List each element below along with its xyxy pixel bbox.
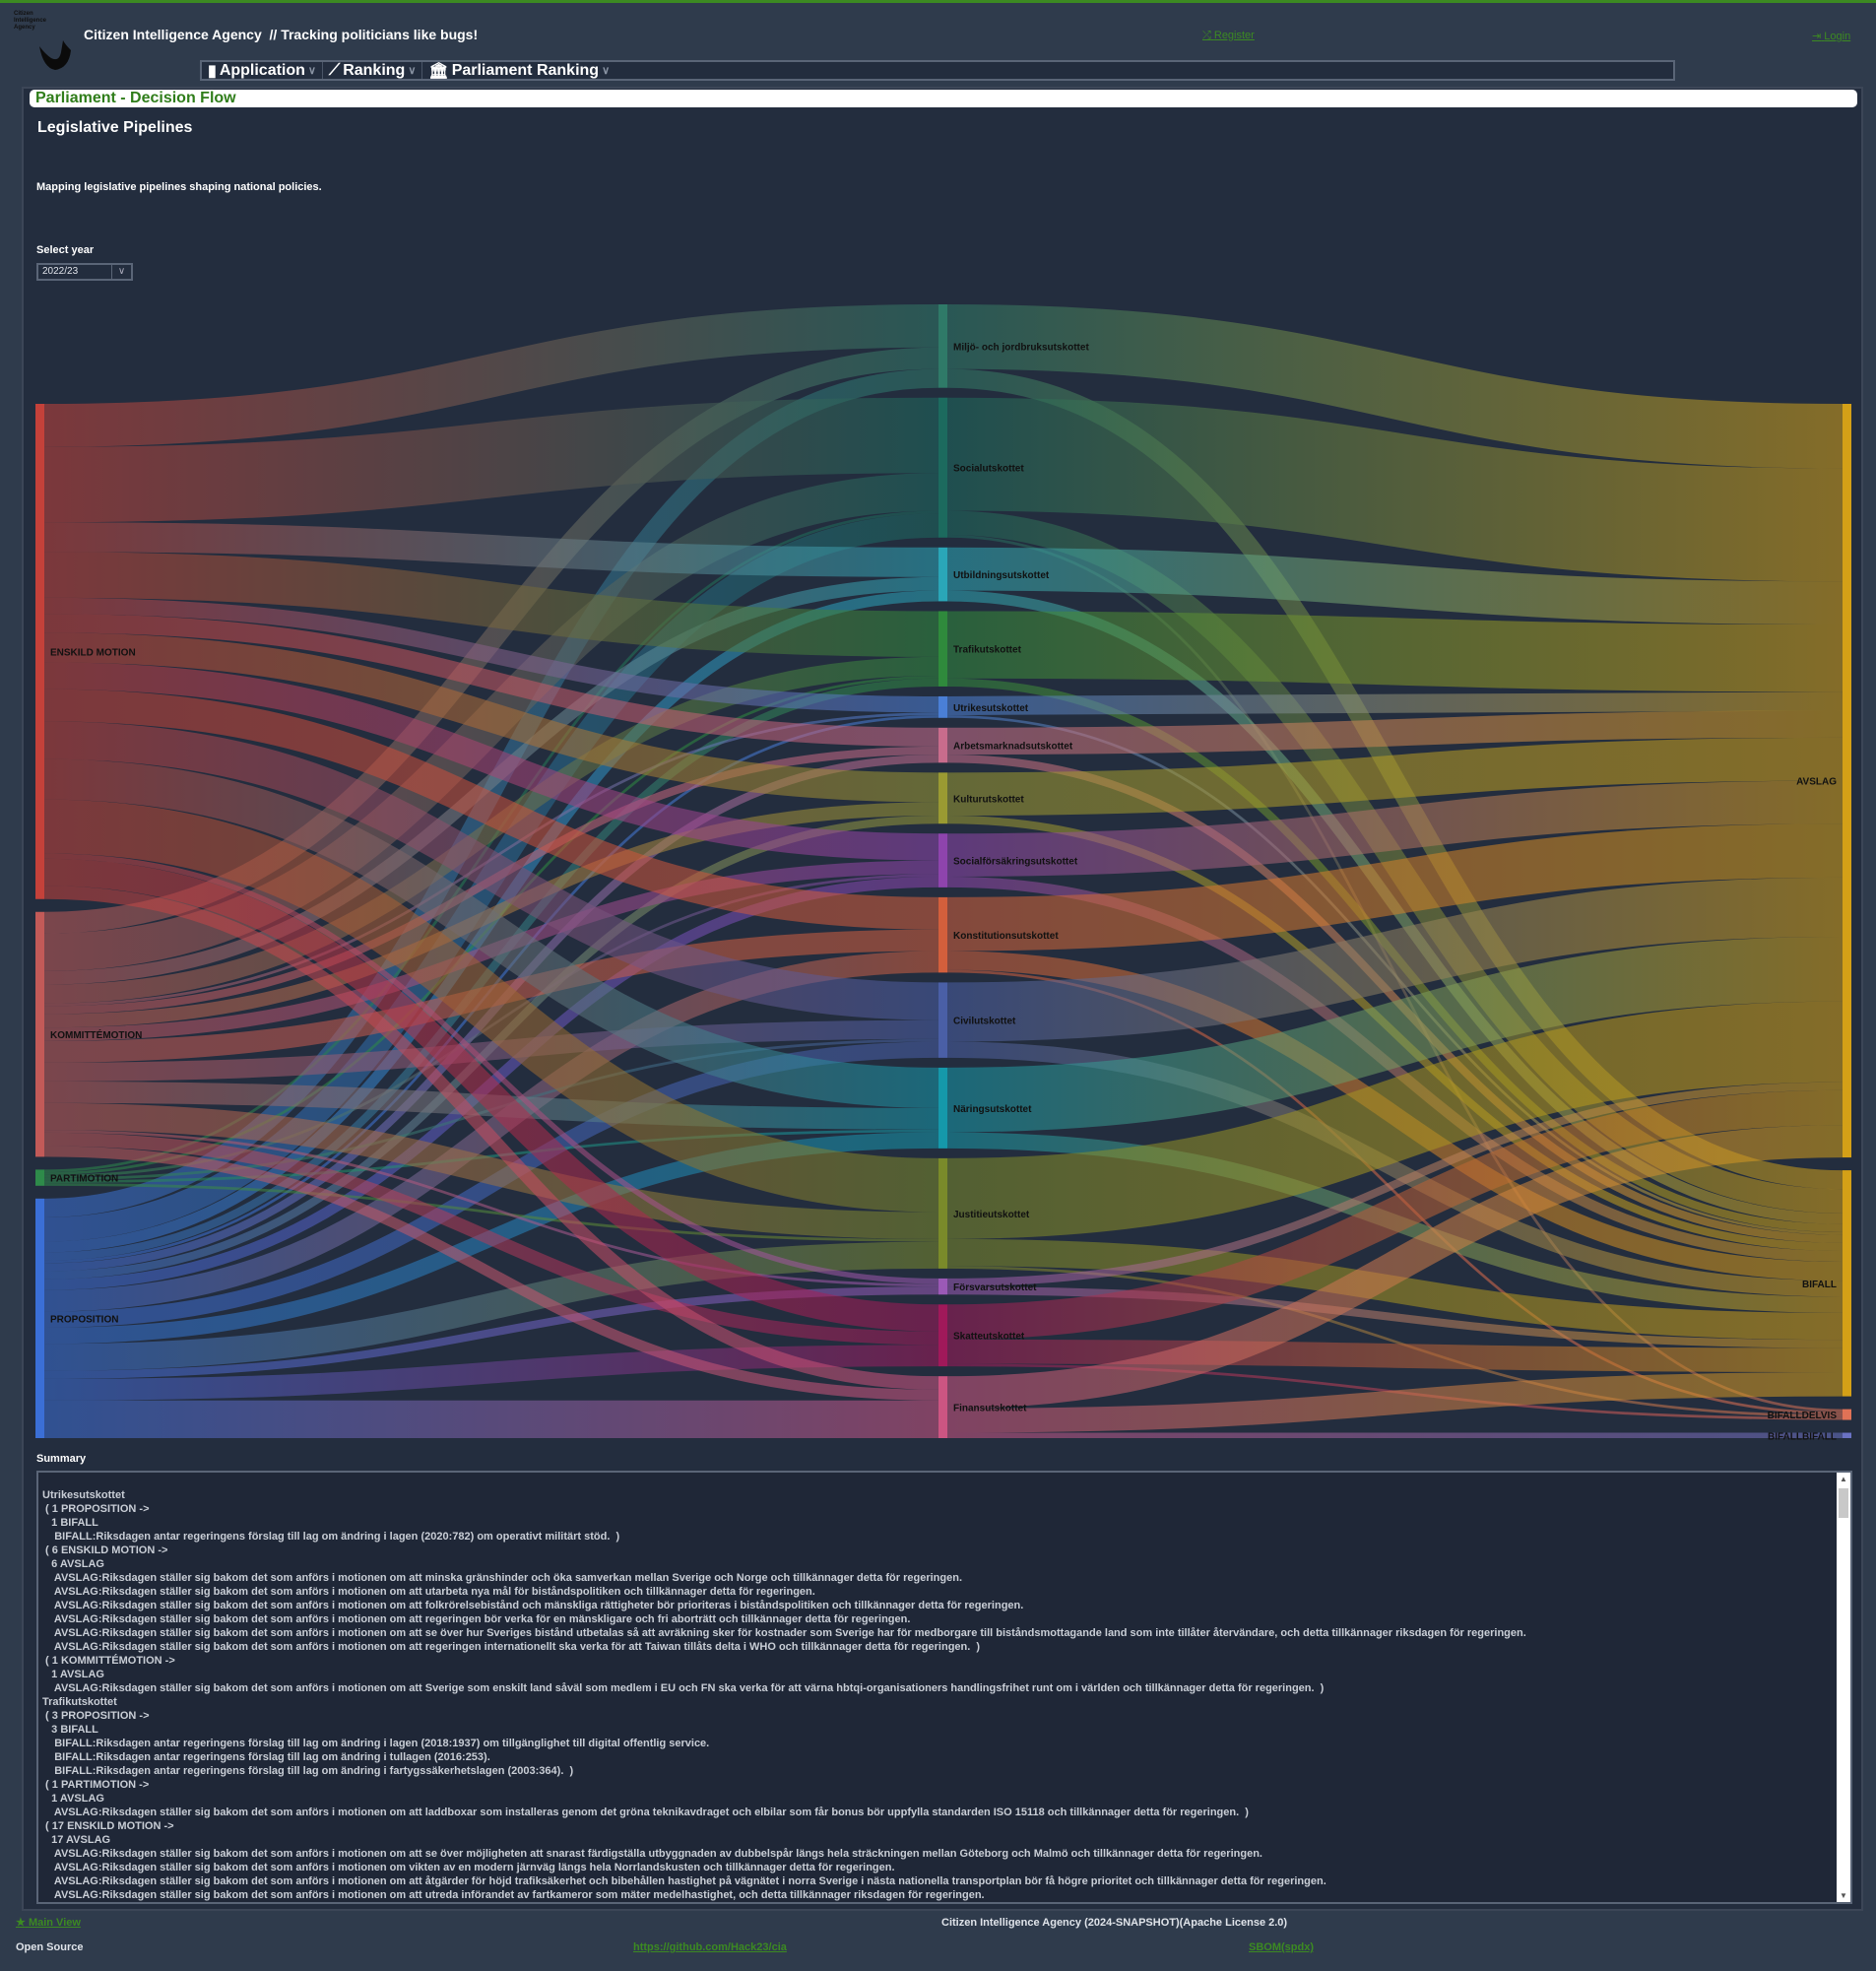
sankey-node[interactable] <box>1843 1170 1851 1397</box>
sankey-node[interactable] <box>938 1304 947 1367</box>
node-label: Utrikesutskottet <box>953 703 1029 714</box>
node-label: Socialförsäkringsutskottet <box>953 857 1078 868</box>
summary-textarea[interactable]: Utrikesutskottet ( 1 PROPOSITION -> 1 BI… <box>36 1471 1852 1904</box>
summary-line: ( 1 PARTIMOTION -> <box>42 1779 150 1791</box>
summary-line: AVSLAG:Riksdagen ställer sig bakom det s… <box>42 1862 895 1873</box>
sankey-node[interactable] <box>938 397 947 538</box>
sankey-node[interactable] <box>938 727 947 763</box>
node-label: Skatteutskottet <box>953 1332 1025 1343</box>
sankey-node[interactable] <box>938 547 947 602</box>
node-label: Trafikutskottet <box>953 645 1022 656</box>
sankey-node[interactable] <box>938 1278 947 1295</box>
sankey-node[interactable] <box>938 1376 947 1438</box>
node-label: BIFALLDELVIS <box>1768 1411 1838 1421</box>
summary-line: BIFALL:Riksdagen antar regeringens försl… <box>42 1738 710 1749</box>
sankey-node[interactable] <box>938 304 947 388</box>
flow-link[interactable] <box>946 611 1844 692</box>
sankey-node[interactable] <box>938 772 947 824</box>
flow-link[interactable] <box>946 710 1844 756</box>
sankey-node[interactable] <box>938 611 947 687</box>
summary-line: ( 6 ENSKILD MOTION -> <box>42 1544 168 1556</box>
sankey-node[interactable] <box>938 833 947 887</box>
summary-line: AVSLAG:Riksdagen ställer sig bakom det s… <box>42 1641 981 1653</box>
summary-line: AVSLAG:Riksdagen ställer sig bakom det s… <box>42 1613 911 1625</box>
sankey-node[interactable] <box>1843 1432 1851 1438</box>
sankey-node[interactable] <box>938 695 947 718</box>
summary-label: Summary <box>36 1453 87 1465</box>
summary-line: AVSLAG:Riksdagen ställer sig bakom det s… <box>42 1807 1249 1818</box>
sankey-chart: ENSKILD MOTION KOMMITTÉMOTION PARTIMOTION P… <box>35 303 1851 1442</box>
summary-line: 6 AVSLAG <box>42 1558 104 1570</box>
summary-line: 1 AVSLAG <box>42 1669 104 1680</box>
summary-line: BIFALL:Riksdagen antar regeringens försl… <box>42 1751 490 1763</box>
scroll-down-icon[interactable]: ▼ <box>1840 1891 1847 1900</box>
summary-line: Utrikesutskottet <box>42 1489 125 1501</box>
summary-line: BIFALL:Riksdagen antar regeringens försl… <box>42 1765 574 1777</box>
license-text: Citizen Intelligence Agency (2024-SNAPSH… <box>941 1917 1288 1929</box>
sankey-node[interactable] <box>1843 1409 1851 1420</box>
summary-line: AVSLAG:Riksdagen ställer sig bakom det s… <box>42 1627 1526 1639</box>
sankey-node[interactable] <box>1843 404 1851 1158</box>
summary-line: ( 17 ENSKILD MOTION -> <box>42 1820 174 1832</box>
open-source-label: Open Source <box>16 1941 84 1953</box>
main-view-link[interactable]: ★ Main View <box>16 1916 81 1929</box>
scroll-thumb[interactable] <box>1839 1488 1848 1518</box>
summary-line: Trafikutskottet <box>42 1696 117 1708</box>
node-label: PARTIMOTION <box>50 1174 118 1185</box>
sankey-node[interactable] <box>35 1198 44 1438</box>
node-label: PROPOSITION <box>50 1314 118 1325</box>
node-label: Kulturutskottet <box>953 794 1024 805</box>
sankey-node[interactable] <box>35 911 44 1157</box>
summary-line: AVSLAG:Riksdagen ställer sig bakom det s… <box>42 1848 1262 1860</box>
node-label: Finansutskottet <box>953 1404 1027 1414</box>
node-label: Utbildningsutskottet <box>953 570 1050 581</box>
summary-line: AVSLAG:Riksdagen ställer sig bakom det s… <box>42 1600 1024 1611</box>
node-label: Arbetsmarknadsutskottet <box>953 742 1073 753</box>
node-label: Miljö- och jordbruksutskottet <box>953 342 1089 353</box>
node-label: KOMMITTÉMOTION <box>50 1028 142 1041</box>
sankey-node[interactable] <box>938 982 947 1058</box>
summary-line: 1 BIFALL <box>42 1517 98 1529</box>
sankey-node[interactable] <box>938 1157 947 1269</box>
summary-text: Utrikesutskottet ( 1 PROPOSITION -> 1 BI… <box>42 1488 1526 1902</box>
node-label: ENSKILD MOTION <box>50 647 136 658</box>
node-label: Civilutskottet <box>953 1017 1016 1027</box>
node-label: Konstitutionsutskottet <box>953 931 1059 942</box>
node-label: AVSLAG <box>1796 777 1837 788</box>
sankey-node[interactable] <box>938 896 947 973</box>
summary-line: 3 BIFALL <box>42 1724 98 1736</box>
summary-line: AVSLAG:Riksdagen ställer sig bakom det s… <box>42 1572 963 1584</box>
star-icon: ★ <box>16 1917 26 1929</box>
summary-line: BIFALL:Riksdagen antar regeringens försl… <box>42 1531 620 1543</box>
summary-line: ( 3 PROPOSITION -> <box>42 1710 150 1722</box>
sbom-link[interactable]: SBOM(spdx) <box>1249 1941 1314 1953</box>
main-view-label: Main View <box>28 1917 81 1929</box>
flow-link[interactable] <box>946 691 1844 716</box>
summary-line: ( 1 PROPOSITION -> <box>42 1503 150 1515</box>
summary-line: AVSLAG:Riksdagen ställer sig bakom det s… <box>42 1875 1326 1887</box>
summary-line: ( 1 KOMMITTÉMOTION -> <box>42 1655 175 1667</box>
scroll-up-icon[interactable]: ▲ <box>1840 1475 1847 1483</box>
summary-line: 1 AVSLAG <box>42 1793 104 1805</box>
summary-line: AVSLAG:Riksdagen ställer sig bakom det s… <box>42 1889 985 1901</box>
summary-line: 17 AVSLAG <box>42 1834 111 1846</box>
summary-line: AVSLAG:Riksdagen ställer sig bakom det s… <box>42 1586 815 1598</box>
flow-link[interactable] <box>946 1339 1844 1373</box>
sankey-node[interactable] <box>35 1169 44 1186</box>
node-label: Socialutskottet <box>953 464 1024 475</box>
node-label: Näringsutskottet <box>953 1104 1032 1115</box>
scrollbar[interactable]: ▲ ▼ <box>1837 1473 1850 1902</box>
sankey-node[interactable] <box>35 404 44 899</box>
node-label: Justitieutskottet <box>953 1210 1030 1220</box>
node-label: BIFALL <box>1802 1280 1837 1290</box>
node-label: Försvarsutskottet <box>953 1282 1037 1293</box>
sankey-node[interactable] <box>938 1067 947 1149</box>
node-label: BIFALLBIFALL <box>1768 1431 1837 1442</box>
summary-line: AVSLAG:Riksdagen ställer sig bakom det s… <box>42 1682 1325 1694</box>
github-link[interactable]: https://github.com/Hack23/cia <box>633 1941 787 1953</box>
